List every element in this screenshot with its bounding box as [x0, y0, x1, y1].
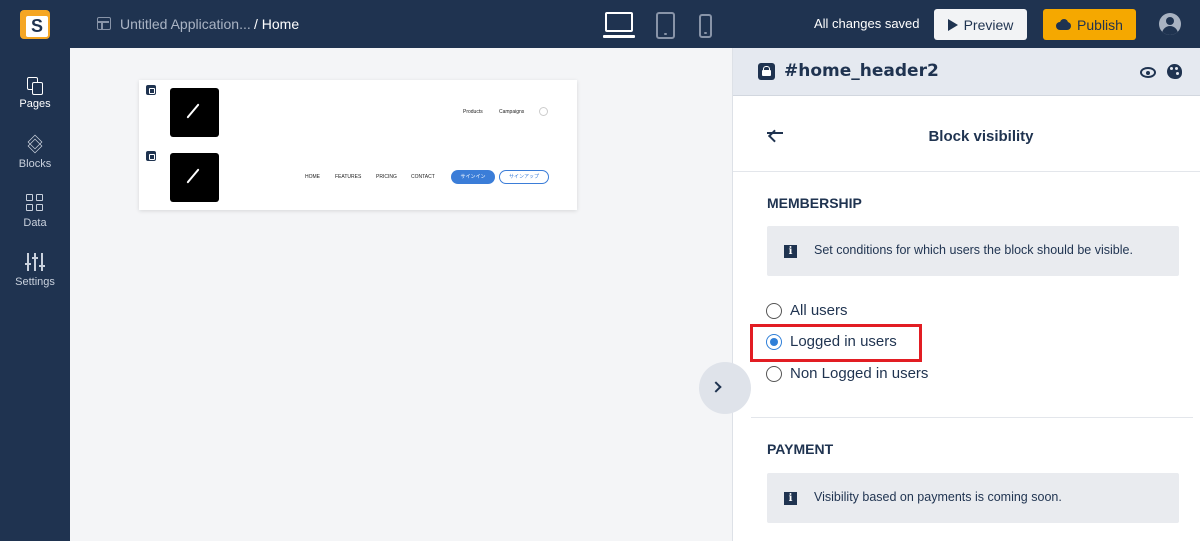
logo-letter: S — [26, 16, 48, 37]
lock-icon — [146, 85, 156, 95]
divider — [733, 171, 1200, 172]
nav-label-data: Data — [23, 217, 47, 229]
nav-item-pages[interactable]: Pages — [0, 68, 70, 120]
nav-item-blocks[interactable]: Blocks — [0, 128, 70, 180]
grid-icon — [26, 194, 44, 212]
payment-info: i Visibility based on payments is coming… — [767, 473, 1179, 523]
user-avatar[interactable] — [1159, 13, 1181, 35]
nav-item-settings[interactable]: Settings — [0, 246, 70, 298]
app-logo[interactable]: S — [20, 10, 50, 39]
info-icon: i — [784, 492, 797, 505]
highlight-box — [750, 324, 922, 362]
collapse-panel-button[interactable] — [699, 362, 751, 414]
preview-link-products[interactable]: Products — [463, 109, 483, 115]
application-name[interactable]: Untitled Application... — [120, 16, 251, 32]
tablet-view-icon[interactable] — [656, 12, 675, 39]
payment-info-text: Visibility based on payments is coming s… — [814, 490, 1062, 504]
nav-label-blocks: Blocks — [18, 158, 52, 170]
pages-icon — [27, 77, 43, 95]
lock-icon — [758, 63, 775, 80]
properties-panel: #home_header2 Block visibility MEMBERSHI… — [732, 48, 1200, 541]
radio-label[interactable]: All users — [790, 302, 848, 319]
layers-icon — [26, 134, 44, 155]
application-icon — [97, 17, 111, 30]
desktop-view-icon[interactable] — [603, 12, 635, 38]
publish-button[interactable]: Publish — [1043, 9, 1136, 40]
block-id: #home_header2 — [784, 61, 939, 81]
breadcrumb-page[interactable]: / Home — [254, 16, 299, 32]
play-icon — [947, 18, 958, 31]
membership-heading: MEMBERSHIP — [767, 195, 862, 211]
radio-label[interactable]: Non Logged in users — [790, 365, 928, 382]
sliders-icon — [25, 253, 45, 271]
preview-signup-button[interactable]: サインアップ — [499, 170, 549, 184]
editor-canvas: Products Campaigns HOME FEATURES PRICING… — [70, 48, 732, 541]
preview-nav-contact[interactable]: CONTACT — [411, 174, 435, 180]
lock-icon — [146, 151, 156, 161]
payment-heading: PAYMENT — [767, 441, 834, 457]
preview-nav-pricing[interactable]: PRICING — [376, 174, 397, 180]
save-status: All changes saved — [814, 16, 920, 31]
top-bar: S Untitled Application... / Home All cha… — [0, 0, 1200, 48]
membership-info-text: Set conditions for which users the block… — [814, 243, 1133, 257]
page-preview[interactable]: Products Campaigns HOME FEATURES PRICING… — [139, 80, 577, 210]
preview-logo-2[interactable] — [170, 153, 219, 202]
panel-header: #home_header2 — [733, 48, 1200, 96]
preview-link-campaigns[interactable]: Campaigns — [499, 109, 524, 115]
cloud-upload-icon — [1056, 19, 1072, 30]
panel-title: Block visibility — [928, 128, 1034, 145]
radio-button[interactable] — [766, 303, 782, 319]
palette-icon[interactable] — [1167, 64, 1182, 79]
preview-signin-button[interactable]: サインイン — [451, 170, 495, 184]
nav-label-pages: Pages — [19, 98, 51, 110]
preview-nav-features[interactable]: FEATURES — [335, 174, 361, 180]
nav-label-settings: Settings — [15, 276, 55, 288]
preview-logo[interactable] — [170, 88, 219, 137]
membership-info: i Set conditions for which users the blo… — [767, 226, 1179, 276]
divider — [751, 417, 1193, 418]
info-icon: i — [784, 245, 797, 258]
nav-item-data[interactable]: Data — [0, 187, 70, 239]
preview-avatar — [539, 107, 548, 116]
preview-nav-home[interactable]: HOME — [305, 174, 320, 180]
preview-label: Preview — [963, 16, 1014, 33]
publish-label: Publish — [1077, 16, 1123, 33]
left-nav: Pages Blocks Data Settings — [0, 48, 70, 541]
mobile-view-icon[interactable] — [699, 14, 712, 38]
chevron-right-icon — [710, 381, 722, 393]
eye-icon[interactable] — [1140, 67, 1156, 78]
preview-button[interactable]: Preview — [934, 9, 1027, 40]
radio-button[interactable] — [766, 366, 782, 382]
